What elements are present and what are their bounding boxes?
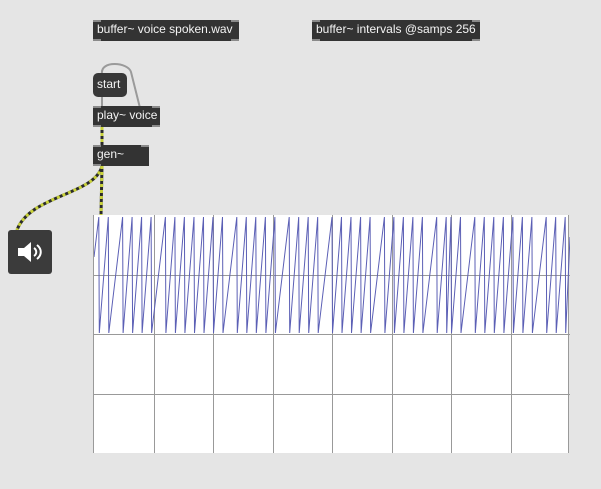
buffer-intervals-label: buffer~ intervals @samps 256 (316, 22, 476, 36)
buffer-voice-label: buffer~ voice spoken.wav (97, 22, 233, 36)
play-label: play~ voice (97, 108, 158, 122)
gen-label: gen~ (97, 147, 125, 161)
start-message-label: start (97, 77, 121, 91)
scope-display[interactable] (93, 215, 570, 453)
buffer-voice-object[interactable]: buffer~ voice spoken.wav (93, 20, 239, 41)
scope-plot (94, 215, 570, 453)
sawtooth-trace (94, 216, 570, 334)
speaker-icon (18, 242, 42, 262)
play-object[interactable]: play~ voice (93, 106, 160, 127)
buffer-intervals-object[interactable]: buffer~ intervals @samps 256 (312, 20, 480, 41)
gen-object[interactable]: gen~ (93, 145, 149, 166)
start-message[interactable]: start (93, 73, 127, 97)
ezdac-button[interactable] (8, 230, 52, 274)
